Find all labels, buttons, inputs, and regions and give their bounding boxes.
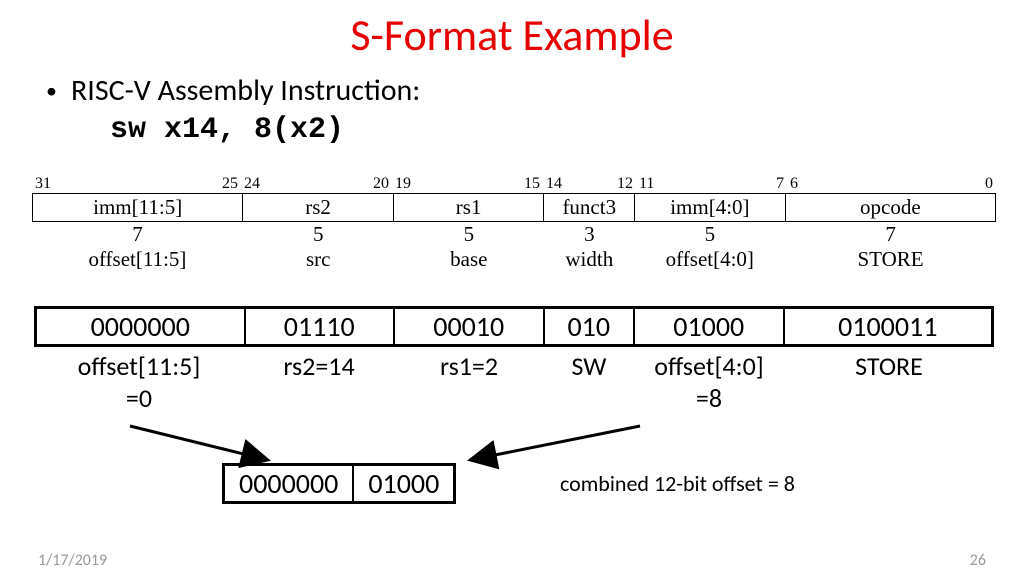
ann-rs2: rs2=14: [244, 350, 394, 414]
slide-title: S-Format Example: [0, 8, 1024, 62]
field-opcode: opcode: [786, 193, 996, 222]
ann-offset-low: offset[4:0] =8: [634, 350, 784, 414]
annotation-row: offset[11:5] =0 rs2=14 rs1=2 SW offset[4…: [34, 350, 994, 414]
combined-high: 0000000: [225, 466, 354, 501]
combined-offset-row: 0000000 01000: [222, 463, 456, 504]
ann-offset-high: offset[11:5] =0: [34, 350, 244, 414]
bin-imm-low: 01000: [635, 309, 785, 344]
binary-encoding-row: 0000000 01110 00010 010 01000 0100011: [34, 306, 994, 347]
field-rs1: rs1: [394, 193, 545, 222]
width-row: 7 5 5 3 5 7: [32, 222, 996, 247]
assembly-code: sw x14, 8(x2): [110, 113, 1024, 147]
bullet-line: • RISC-V Assembly Instruction:: [46, 72, 1024, 109]
bin-rs1: 00010: [395, 309, 545, 344]
bit-index-row: 3125 2420 1915 1412 117 60: [32, 175, 996, 193]
bullet-text: RISC-V Assembly Instruction:: [71, 72, 420, 109]
field-rs2: rs2: [243, 193, 394, 222]
field-name-row: imm[11:5] rs2 rs1 funct3 imm[4:0] opcode: [32, 193, 996, 222]
description-row: offset[11:5] src base width offset[4:0] …: [32, 247, 996, 272]
combined-offset-label: combined 12-bit offset = 8: [560, 470, 795, 497]
footer-page-number: 26: [970, 551, 986, 570]
bin-opcode: 0100011: [785, 309, 992, 344]
footer-date: 1/17/2019: [38, 551, 107, 570]
bin-rs2: 01110: [246, 309, 396, 344]
ann-store: STORE: [784, 350, 994, 414]
field-funct3: funct3: [544, 193, 635, 222]
ann-sw: SW: [544, 350, 634, 414]
field-imm-high: imm[11:5]: [32, 193, 243, 222]
combined-low: 01000: [354, 466, 453, 501]
bin-imm-high: 0000000: [37, 309, 246, 344]
field-imm-low: imm[4:0]: [635, 193, 786, 222]
ann-rs1: rs1=2: [394, 350, 544, 414]
bin-funct3: 010: [545, 309, 636, 344]
s-format-diagram: 3125 2420 1915 1412 117 60 imm[11:5] rs2…: [32, 175, 996, 272]
bullet-dot-icon: •: [46, 77, 57, 104]
